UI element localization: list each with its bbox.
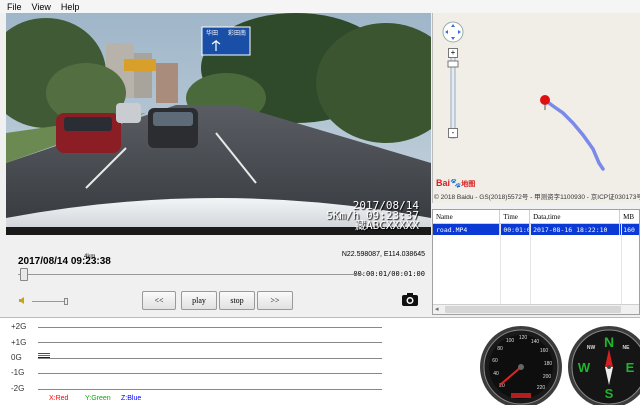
legend-z: Z:Blue (121, 395, 142, 402)
volume-thumb[interactable] (64, 298, 68, 305)
video-player[interactable]: 华田 彩田南 2017/08/14 5Km/h 09:23:37 藏ABCXXX… (6, 13, 431, 235)
speedo-tick: 180 (544, 361, 553, 367)
speedo-tick: 160 (540, 348, 549, 354)
file-list[interactable]: Name Time Data,time MB road.MP4 00:01:00… (432, 209, 640, 315)
scrollbar-thumb[interactable] (445, 306, 621, 313)
compass-w: W (578, 360, 591, 375)
app-window: File View Help 华田 彩田南 2017/08/14 5Km/h 0… (0, 0, 640, 405)
g-trace-x (38, 353, 50, 354)
sign-text-1: 华田 (206, 29, 218, 37)
compass-gauge: N E S W NE NW (568, 326, 640, 405)
speedo-tick: 140 (531, 339, 540, 345)
g-gridline (38, 373, 382, 374)
menu-file[interactable]: File (7, 2, 22, 12)
speedo-tick: 120 (519, 335, 528, 341)
speedo-tick: 100 (506, 338, 515, 344)
legend-x: X:Red (49, 395, 69, 402)
compass-e: E (626, 360, 635, 375)
g-sensor-panel: +2G +1G 0G -1G -2G X:Red Y:Green Z:Blue … (0, 317, 640, 405)
g-label-minus1: -1G (11, 368, 25, 377)
current-speed: 4km (84, 254, 96, 260)
map-panel[interactable]: + - Bai🐾地图 (432, 13, 640, 203)
horizontal-scrollbar[interactable]: ◂ (433, 304, 639, 314)
column-datetime[interactable]: Data,time (530, 210, 621, 223)
camera-icon[interactable] (401, 291, 419, 307)
zoom-in-button[interactable]: + (448, 48, 458, 58)
compass-s: S (605, 386, 614, 401)
g-gridline (38, 389, 382, 390)
play-button[interactable]: play (181, 291, 217, 310)
current-datetime: 2017/08/14 09:23:38 (18, 256, 111, 267)
speedo-tick: 200 (543, 374, 552, 380)
compass-ne: NE (623, 345, 631, 351)
stop-button[interactable]: stop (219, 291, 255, 310)
compass-n: N (604, 334, 614, 350)
g-trace-z (38, 357, 50, 358)
column-time[interactable]: Time (500, 210, 531, 223)
previous-button[interactable]: << (142, 291, 176, 310)
next-button[interactable]: >> (257, 291, 293, 310)
compass-nw: NW (587, 345, 596, 351)
column-name[interactable]: Name (433, 210, 501, 223)
grid-line (433, 224, 622, 304)
menu-help[interactable]: Help (61, 2, 80, 12)
baidu-logo-text: Bai (436, 178, 451, 188)
g-gridline (38, 358, 382, 359)
g-label-plus2: +2G (11, 322, 27, 331)
zoom-out-button[interactable]: - (448, 128, 458, 138)
route-track (543, 98, 605, 171)
seek-bar[interactable] (18, 274, 363, 275)
g-label-zero: 0G (11, 353, 22, 362)
menu-view[interactable]: View (32, 2, 51, 12)
speedo-tick: 60 (492, 358, 498, 364)
speedo-tick: 40 (493, 371, 499, 377)
cell-mb: 160 (623, 225, 635, 234)
baidu-paw-icon: 🐾 (450, 178, 462, 188)
playback-controls: 2017/08/14 09:23:38 4km N22.598087, E114… (6, 244, 431, 312)
g-gridline (38, 327, 382, 328)
volume-slider[interactable] (32, 301, 68, 302)
menu-bar: File View Help (0, 0, 640, 13)
g-trace-y (38, 355, 50, 356)
map-canvas (442, 21, 605, 171)
g-label-plus1: +1G (11, 338, 27, 347)
column-mb[interactable]: MB (620, 210, 639, 223)
volume-icon[interactable] (18, 296, 28, 305)
scroll-left-icon[interactable]: ◂ (435, 305, 439, 313)
seek-thumb[interactable] (19, 268, 28, 281)
overlay-plate: 藏ABCXXXXX (355, 219, 419, 232)
g-gridline (38, 342, 382, 343)
file-list-header: Name Time Data,time MB (433, 210, 639, 224)
baidu-logo-text-2: 地图 (461, 181, 476, 188)
speedo-tick: 220 (537, 385, 546, 391)
g-label-minus2: -2G (11, 384, 25, 393)
gps-coordinates: N22.598087, E114.038645 (341, 251, 425, 258)
speedo-tick: 80 (497, 346, 503, 352)
map-copyright: © 2018 Baidu - GS(2018)5572号 - 甲测资字11009… (434, 194, 640, 201)
sign-text-2: 彩田南 (228, 29, 246, 37)
baidu-logo: Bai🐾地图 (436, 178, 475, 189)
legend-y: Y:Green (85, 395, 111, 402)
speedometer-gauge: 20 40 60 80 100 120 140 160 180 200 220 (480, 326, 562, 405)
position-marker (540, 95, 550, 105)
timecode: 00:00:01/00:01:00 (353, 270, 425, 278)
